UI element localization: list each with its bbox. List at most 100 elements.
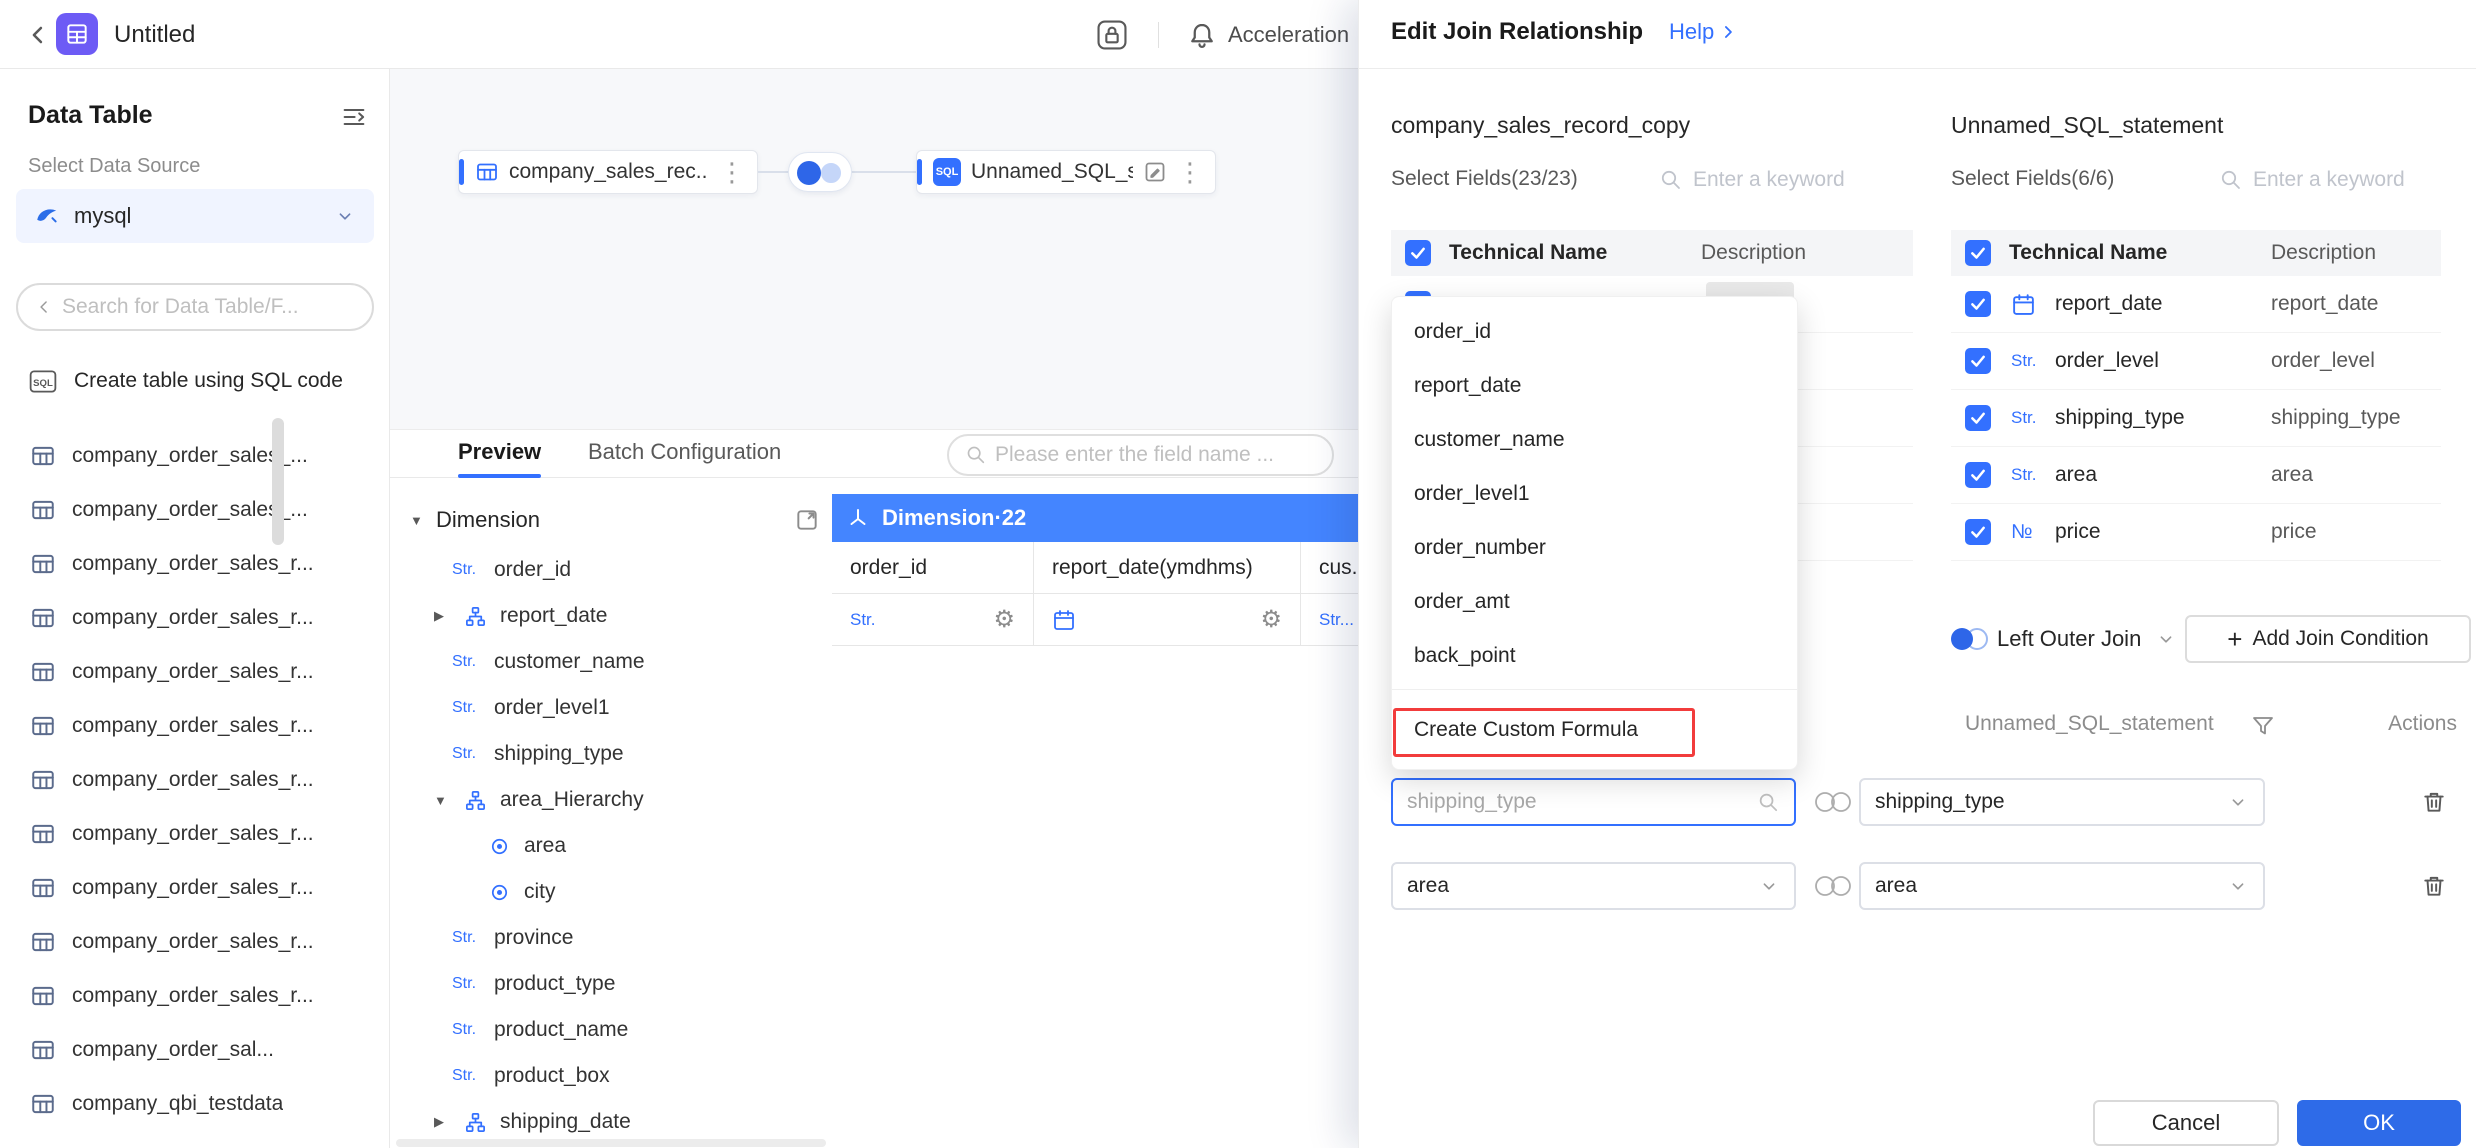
join-node-sql-statement[interactable]: SQL Unnamed_SQL_s... ⋮ (916, 150, 1216, 194)
join-link-icon (1809, 873, 1857, 899)
tree-item[interactable]: Str. shipping_type (390, 731, 830, 777)
add-join-condition-button[interactable]: + Add Join Condition (2185, 615, 2471, 663)
edit-icon[interactable] (1143, 160, 1167, 184)
cancel-button[interactable]: Cancel (2093, 1100, 2279, 1146)
caret-right-icon[interactable]: ▶ (434, 608, 464, 624)
geo-icon (488, 835, 524, 858)
field-row[interactable]: Str. shipping_type shipping_type (1951, 390, 2441, 447)
tree-item[interactable]: Str. order_level1 (390, 685, 830, 731)
dimension-block-header[interactable]: Dimension·22 (832, 494, 1392, 542)
table-list-item[interactable]: company_order_sal... (0, 1023, 390, 1077)
field-row[interactable]: № price price (1951, 504, 2441, 561)
create-custom-formula-item[interactable]: Create Custom Formula (1392, 696, 1797, 764)
table-list-item[interactable]: company_order_sales_r... (0, 753, 390, 807)
field-row[interactable]: Str. order_level order_level (1951, 333, 2441, 390)
select-all-checkbox[interactable] (1965, 240, 1991, 266)
field-row[interactable]: Str. area area (1951, 447, 2441, 504)
table-list-item[interactable]: company_order_sales_... (0, 429, 390, 483)
tree-item[interactable]: ▶ report_date (390, 593, 830, 639)
field-checkbox[interactable] (1965, 462, 1991, 488)
caret-down-icon[interactable]: ▼ (410, 513, 436, 528)
caret-right-icon[interactable]: ▶ (434, 1114, 464, 1130)
right-keyword-search[interactable] (2219, 160, 2443, 200)
dropdown-item[interactable]: report_date (1392, 359, 1797, 413)
join-type-select[interactable]: Left Outer Join (1951, 615, 2177, 663)
left-keyword-search[interactable] (1659, 160, 1883, 200)
tree-item[interactable]: ▼ area_Hierarchy (390, 777, 830, 823)
column-header[interactable]: report_date(ymdhms) (1033, 542, 1300, 593)
tree-item[interactable]: Str. order_id (390, 547, 830, 593)
dataset-editor-app: Untitled Acceleration Data Table Select … (0, 0, 2476, 1148)
table-list-item[interactable]: company_order_sales_... (0, 483, 390, 537)
tree-item[interactable]: Str. product_type (390, 961, 830, 1007)
condition-left-field-select[interactable]: area (1391, 862, 1796, 910)
table-list-item[interactable]: company_order_sales_r... (0, 915, 390, 969)
tree-item[interactable]: Str. product_name (390, 1007, 830, 1053)
gear-icon[interactable]: ⚙ (993, 605, 1015, 634)
tree-item[interactable]: city (390, 869, 830, 915)
mysql-icon (34, 203, 60, 229)
delete-condition-icon[interactable] (2421, 789, 2447, 815)
gear-icon[interactable]: ⚙ (1260, 605, 1282, 634)
create-sql-label: Create table using SQL code (74, 369, 343, 392)
left-keyword-input[interactable] (1693, 168, 1883, 192)
field-checkbox[interactable] (1965, 405, 1991, 431)
more-actions-icon[interactable]: ⋮ (1177, 159, 1203, 185)
dimension-tree-header[interactable]: ▼ Dimension (410, 502, 820, 538)
collapse-sidebar-icon[interactable] (338, 101, 370, 133)
filter-icon[interactable] (2251, 714, 2275, 738)
dropdown-item[interactable]: order_level1 (1392, 467, 1797, 521)
help-link[interactable]: Help (1669, 19, 1738, 45)
tree-item[interactable]: Str. province (390, 915, 830, 961)
field-checkbox[interactable] (1965, 519, 1991, 545)
tree-item[interactable]: area (390, 823, 830, 869)
condition-left-field-input[interactable] (1407, 790, 1757, 814)
tab-preview[interactable]: Preview (458, 430, 542, 478)
dropdown-item[interactable]: customer_name (1392, 413, 1797, 467)
dropdown-item[interactable]: order_amt (1392, 575, 1797, 629)
horizontal-scrollbar[interactable] (396, 1139, 826, 1147)
caret-down-icon[interactable]: ▼ (434, 793, 464, 808)
table-list-item[interactable]: company_order_sales_r... (0, 969, 390, 1023)
bell-icon[interactable] (1184, 17, 1220, 53)
right-keyword-input[interactable] (2253, 168, 2443, 192)
field-row[interactable]: report_date report_date (1951, 276, 2441, 333)
join-node-left-table[interactable]: company_sales_rec... ⋮ (458, 150, 758, 194)
condition-right-field-select[interactable]: area (1859, 862, 2265, 910)
condition-right-field-select[interactable]: shipping_type (1859, 778, 2265, 826)
column-header[interactable]: order_id (832, 542, 1033, 593)
table-search-box[interactable] (16, 283, 374, 331)
table-list-item[interactable]: company_order_sales_r... (0, 807, 390, 861)
field-search-box[interactable] (947, 434, 1334, 476)
string-type-icon: Str. (452, 653, 477, 670)
table-list-item[interactable]: company_order_sales_r... (0, 537, 390, 591)
field-search-input[interactable] (995, 443, 1316, 467)
table-list-item[interactable]: company_order_sales_r... (0, 861, 390, 915)
select-all-checkbox[interactable] (1405, 240, 1431, 266)
dropdown-item[interactable]: order_number (1392, 521, 1797, 575)
more-actions-icon[interactable]: ⋮ (719, 159, 745, 185)
expand-panel-icon[interactable] (794, 507, 820, 533)
create-sql-button[interactable]: Create table using SQL code (28, 357, 343, 405)
tree-item[interactable]: Str. product_box (390, 1053, 830, 1099)
delete-condition-icon[interactable] (2421, 873, 2447, 899)
tab-batch-configuration[interactable]: Batch Configuration (588, 430, 781, 478)
condition-left-field-select[interactable] (1391, 778, 1796, 826)
datasource-select[interactable]: mysql (16, 189, 374, 243)
ok-button[interactable]: OK (2297, 1100, 2461, 1146)
dropdown-item[interactable]: order_id (1392, 305, 1797, 359)
acceleration-menu[interactable]: Acceleration (1228, 0, 1349, 69)
table-search-input[interactable] (62, 295, 356, 319)
table-list-item[interactable]: company_order_sales_r... (0, 699, 390, 753)
field-checkbox[interactable] (1965, 291, 1991, 317)
table-list-item[interactable]: company_qbi_testdata (0, 1077, 390, 1131)
dropdown-item[interactable]: back_point (1392, 629, 1797, 683)
table-list-item[interactable]: company_order_sales_r... (0, 645, 390, 699)
sidebar-scrollbar[interactable] (272, 418, 284, 545)
join-type-badge[interactable] (788, 152, 852, 192)
tree-item[interactable]: Str. customer_name (390, 639, 830, 685)
back-button[interactable] (18, 15, 58, 55)
lock-button[interactable] (1092, 15, 1132, 55)
table-list-item[interactable]: company_order_sales_r... (0, 591, 390, 645)
field-checkbox[interactable] (1965, 348, 1991, 374)
